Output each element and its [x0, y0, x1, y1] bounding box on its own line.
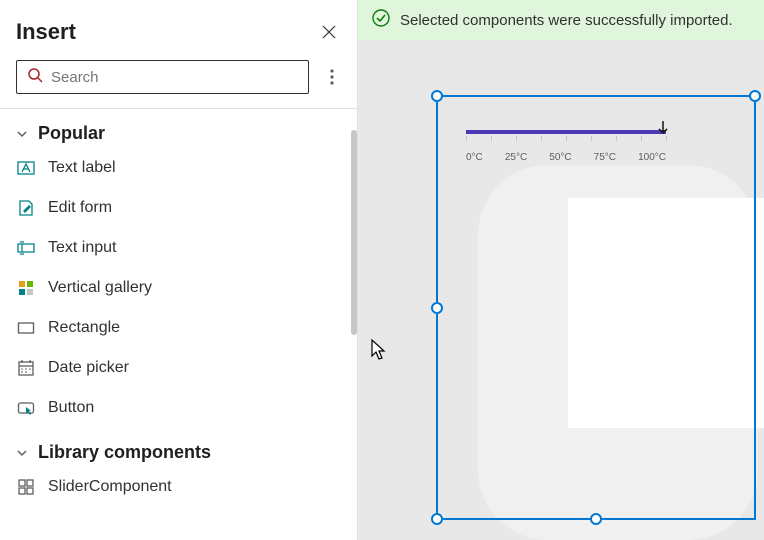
text-input-icon: [16, 238, 36, 258]
text-label-icon: [16, 158, 36, 178]
edit-form-icon: [16, 198, 36, 218]
item-label: Button: [48, 399, 94, 417]
insert-item-date-picker[interactable]: Date picker: [0, 348, 357, 388]
more-options-button[interactable]: [323, 63, 341, 91]
search-row: [0, 60, 357, 108]
item-label: Text input: [48, 239, 116, 257]
date-picker-icon: [16, 358, 36, 378]
insert-item-vertical-gallery[interactable]: Vertical gallery: [0, 268, 357, 308]
success-toast: Selected components were successfully im…: [358, 0, 764, 40]
resize-handle-ml[interactable]: [431, 302, 443, 314]
item-label: Edit form: [48, 199, 112, 217]
insert-header: Insert: [0, 18, 357, 60]
item-label: Rectangle: [48, 319, 120, 337]
chevron-down-icon: [16, 128, 28, 140]
search-icon: [27, 67, 43, 88]
gallery-icon: [16, 278, 36, 298]
success-check-icon: [372, 9, 390, 31]
insert-item-edit-form[interactable]: Edit form: [0, 188, 357, 228]
resize-handle-bm[interactable]: [590, 513, 602, 525]
search-input[interactable]: [51, 69, 298, 86]
insert-item-button[interactable]: Button: [0, 388, 357, 428]
resize-handle-tr[interactable]: [749, 90, 761, 102]
more-vertical-icon: [330, 69, 334, 85]
section-title: Popular: [38, 123, 105, 144]
item-label: Text label: [48, 159, 116, 177]
rectangle-icon: [16, 318, 36, 338]
component-icon: [16, 477, 36, 497]
design-canvas[interactable]: Selected components were successfully im…: [358, 0, 764, 540]
resize-handle-tl[interactable]: [431, 90, 443, 102]
selection-outline[interactable]: [436, 95, 756, 520]
button-icon: [16, 398, 36, 418]
toast-message: Selected components were successfully im…: [400, 12, 733, 29]
chevron-down-icon: [16, 447, 28, 459]
resize-handle-bl[interactable]: [431, 513, 443, 525]
insert-item-text-label[interactable]: Text label: [0, 148, 357, 188]
insert-panel: Insert Popular Text label Ed: [0, 0, 358, 540]
section-toggle-popular[interactable]: Popular: [0, 109, 357, 148]
insert-item-slidercomponent[interactable]: SliderComponent: [0, 467, 357, 507]
item-label: Vertical gallery: [48, 279, 152, 297]
item-label: Date picker: [48, 359, 129, 377]
insert-title: Insert: [16, 19, 76, 45]
insert-item-rectangle[interactable]: Rectangle: [0, 308, 357, 348]
scrollbar-thumb[interactable]: [351, 130, 357, 335]
search-box[interactable]: [16, 60, 309, 94]
section-toggle-library[interactable]: Library components: [0, 428, 357, 467]
close-button[interactable]: [315, 18, 343, 46]
section-title: Library components: [38, 442, 211, 463]
item-label: SliderComponent: [48, 478, 172, 496]
insert-item-text-input[interactable]: Text input: [0, 228, 357, 268]
close-icon: [321, 24, 337, 40]
